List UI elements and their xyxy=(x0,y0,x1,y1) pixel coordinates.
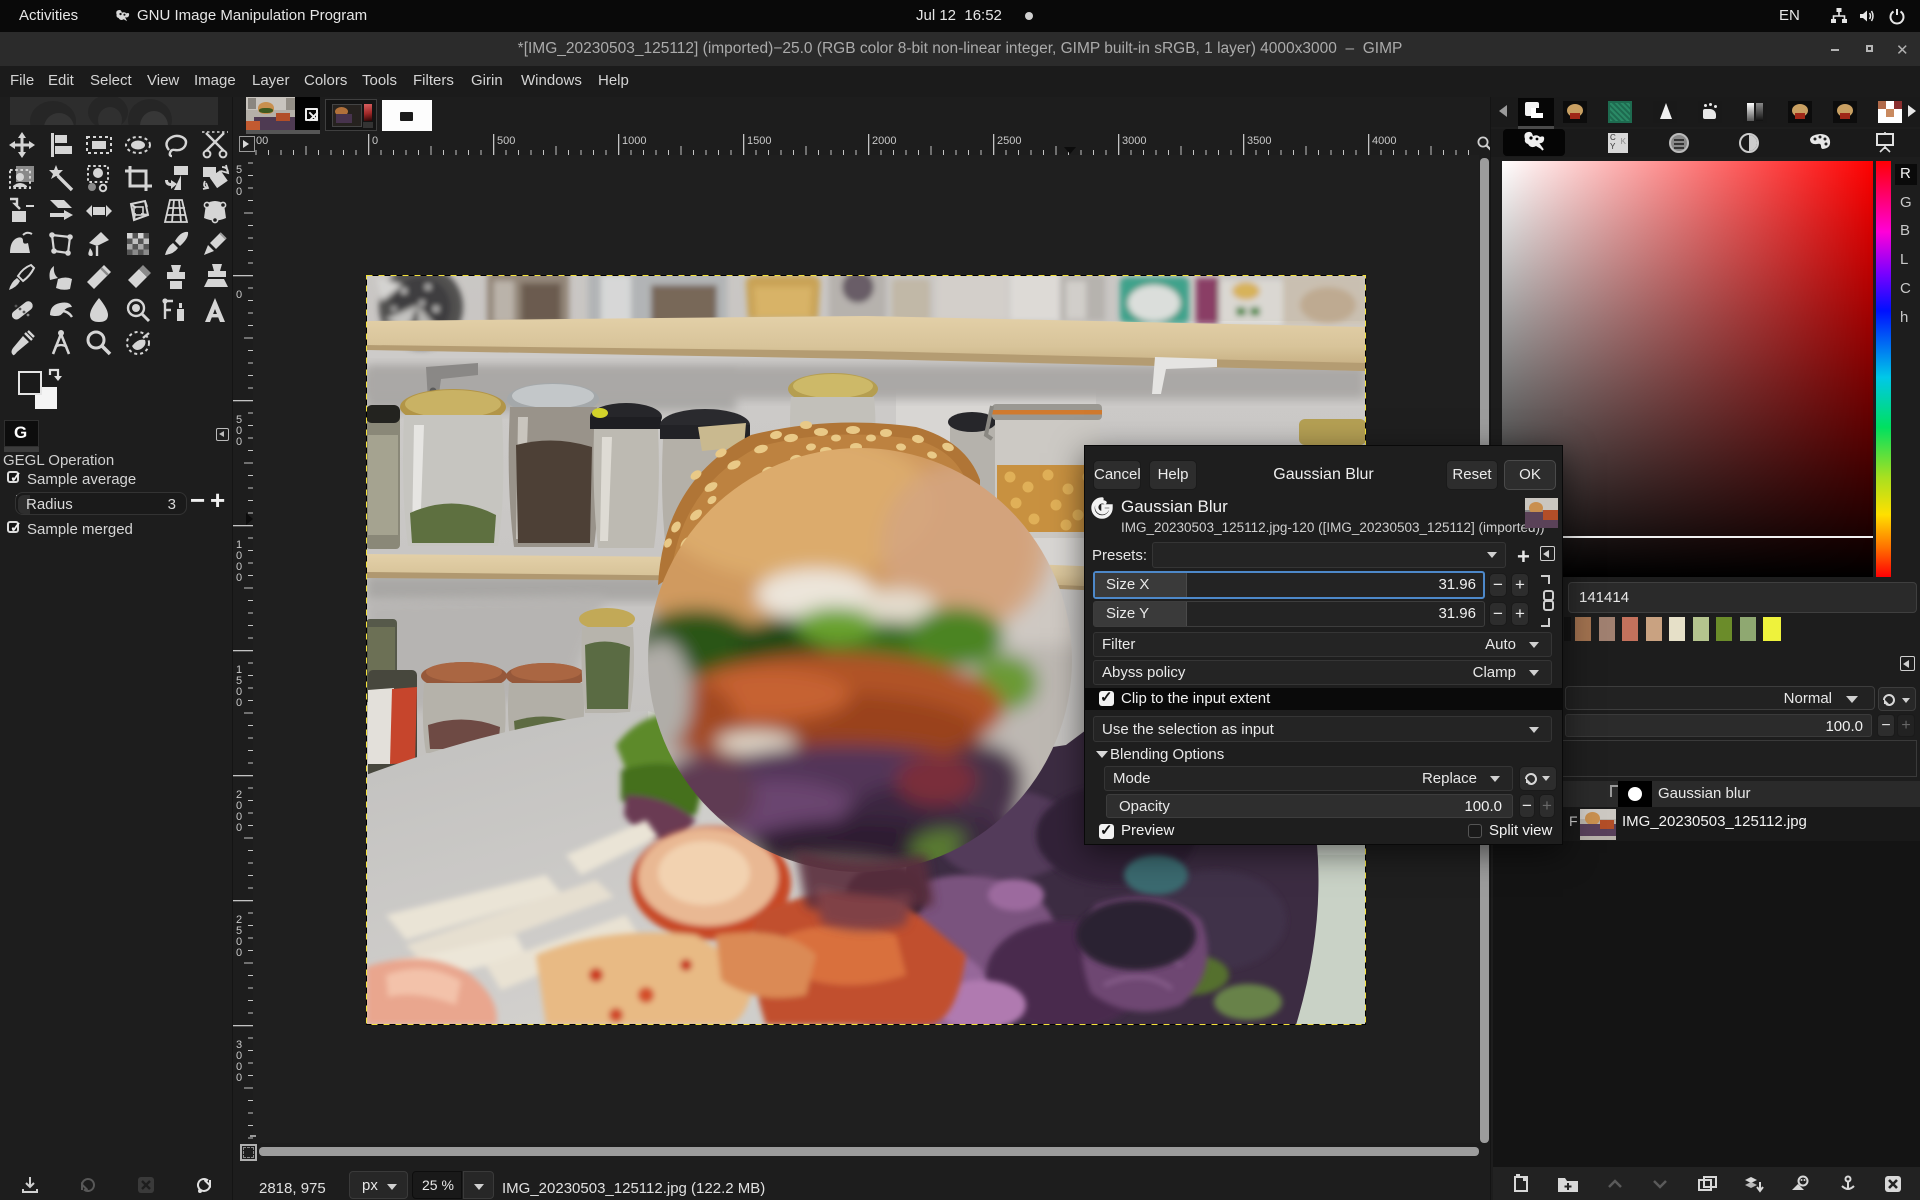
svg-text:2000: 2000 xyxy=(872,135,896,147)
svg-text:4000: 4000 xyxy=(1372,135,1396,147)
svg-text:0: 0 xyxy=(236,947,242,959)
svg-text:1000: 1000 xyxy=(622,135,646,147)
svg-text:0: 0 xyxy=(236,697,242,709)
svg-text:0: 0 xyxy=(236,822,242,834)
svg-text:0: 0 xyxy=(236,436,242,448)
svg-text:00: 00 xyxy=(256,135,268,147)
svg-text:0: 0 xyxy=(236,572,242,584)
svg-text:1500: 1500 xyxy=(747,135,771,147)
svg-text:0: 0 xyxy=(236,186,242,198)
svg-text:500: 500 xyxy=(497,135,515,147)
svg-text:2500: 2500 xyxy=(997,135,1021,147)
svg-text:3000: 3000 xyxy=(1122,135,1146,147)
svg-text:3500: 3500 xyxy=(1247,135,1271,147)
svg-text:0: 0 xyxy=(372,135,378,147)
svg-text:0: 0 xyxy=(236,1072,242,1084)
svg-text:0: 0 xyxy=(236,289,242,301)
